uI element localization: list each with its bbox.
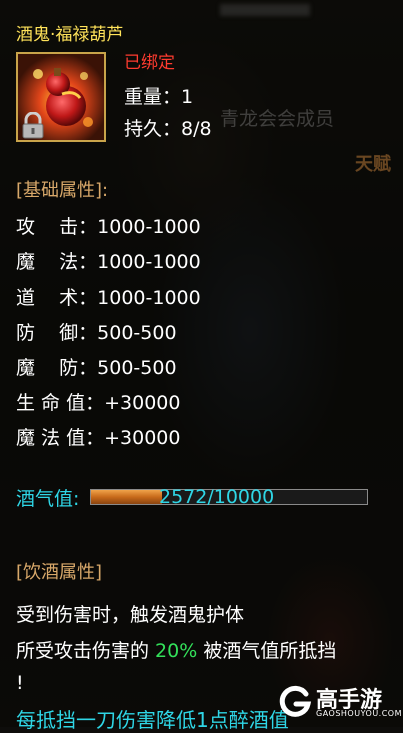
logo-site: GAOSHOUYOU.COM — [316, 709, 403, 718]
attr-value: 1000-1000 — [97, 287, 201, 309]
attr-label: 魔 防： — [16, 357, 98, 379]
bound-status: 已绑定 — [124, 53, 175, 73]
attr-label: 攻 击： — [16, 216, 98, 238]
guild-watermark: 青龙会会成员 — [220, 108, 335, 130]
durability-row: 持久：8/8 — [124, 114, 212, 141]
attr-label: 道 术： — [16, 287, 98, 309]
attr-row-taoism: 道 术：1000-1000 — [16, 283, 201, 310]
blurred-area — [220, 4, 310, 16]
durability-label: 持久： — [124, 118, 182, 140]
wine-value-label: 酒气值: — [16, 488, 80, 510]
weight-value: 1 — [181, 86, 194, 108]
drinking-desc-line2: 所受攻击伤害的 20% 被酒气值所抵挡 — [16, 636, 403, 663]
attr-row-hp: 生 命 值：+30000 — [16, 388, 180, 415]
weight-label: 重量： — [124, 86, 182, 108]
attr-value: 1000-1000 — [97, 216, 201, 238]
logo-g-icon — [279, 685, 312, 717]
attr-value: 500-500 — [97, 357, 177, 379]
wine-progress-bar: 2572/10000 — [90, 486, 368, 508]
durability-value: 8/8 — [181, 118, 212, 140]
attr-row-magic: 魔 法：1000-1000 — [16, 247, 201, 274]
item-tooltip-panel: 酒鬼·福禄葫芦 已绑定 青龙会会成员 天赋 重量：1 持久：8/8 [基础属性]… — [0, 0, 403, 732]
attr-label: 魔 法： — [16, 251, 98, 273]
weight-row: 重量：1 — [124, 82, 193, 109]
gaoshouyou-logo: 高手游 GAOSHOUYOU.COM — [278, 682, 402, 722]
desc-pre: 所受攻击伤害的 — [16, 640, 156, 662]
wine-value-text: 2572/10000 — [159, 486, 275, 508]
drinking-desc-line4: 每抵挡一刀伤害降低1点醉酒值 — [16, 708, 289, 732]
drinking-attributes-title: [饮酒属性] — [16, 562, 103, 583]
drinking-desc-line3: ! — [16, 672, 24, 694]
attr-label: 防 御： — [16, 322, 98, 344]
drinking-desc-line1: 受到伤害时，触发酒鬼护体 — [16, 604, 245, 626]
attr-label: 魔 法 值： — [16, 427, 105, 449]
attr-value: 1000-1000 — [97, 251, 201, 273]
attr-row-defense: 防 御：500-500 — [16, 318, 177, 345]
attr-value: +30000 — [104, 392, 181, 414]
attr-value: +30000 — [104, 427, 181, 449]
lock-icon — [22, 112, 44, 139]
attr-row-magic-defense: 魔 防：500-500 — [16, 353, 177, 380]
attr-row-attack: 攻 击：1000-1000 — [16, 212, 201, 239]
base-attributes-title: [基础属性]: — [16, 180, 109, 201]
attr-value: 500-500 — [97, 322, 177, 344]
item-name: 酒鬼·福禄葫芦 — [16, 25, 124, 45]
item-icon-frame — [16, 52, 106, 142]
tianfu-background-text: 天赋 — [355, 154, 391, 175]
desc-post: 被酒气值所抵挡 — [197, 640, 337, 662]
desc-percent: 20% — [155, 640, 198, 662]
attr-label: 生 命 值： — [16, 392, 105, 414]
attr-row-mp: 魔 法 值：+30000 — [16, 423, 180, 450]
wine-progress-fill — [91, 490, 162, 504]
